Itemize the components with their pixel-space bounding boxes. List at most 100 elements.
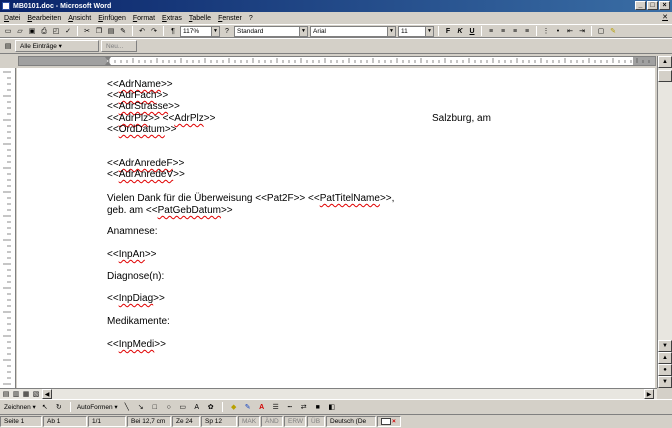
horizontal-ruler[interactable]: [18, 56, 656, 66]
paste-icon[interactable]: ▤: [106, 26, 116, 36]
web-view-icon[interactable]: ▥: [11, 389, 21, 399]
document-page[interactable]: <<AdrName>> <<AdrFach>> <<AdrStrasse>> <<Ad…: [17, 68, 655, 388]
vertical-ruler[interactable]: [0, 68, 16, 388]
word-app-icon[interactable]: [2, 2, 10, 10]
highlight-icon[interactable]: ✎: [608, 26, 618, 36]
status-overtype[interactable]: ÜB: [307, 416, 325, 427]
menu-fenster[interactable]: Fenster: [218, 15, 242, 22]
shadow-icon[interactable]: ■: [313, 402, 323, 412]
menu-extras[interactable]: Extras: [162, 15, 182, 22]
merge-field-name: AdrName: [118, 79, 161, 90]
new-entry-button[interactable]: Neu...: [101, 40, 137, 52]
spelling-icon[interactable]: ✓: [63, 26, 73, 36]
document-line: <<AdrFach>>: [107, 90, 168, 101]
normal-view-icon[interactable]: ▤: [1, 389, 11, 399]
status-language[interactable]: Deutsch (De: [326, 416, 376, 427]
draw-menu-button[interactable]: Zeichnen ▾: [4, 403, 36, 411]
save-icon[interactable]: ▣: [27, 26, 37, 36]
line-color-icon[interactable]: ✎: [243, 402, 253, 412]
menu-ansicht[interactable]: Ansicht: [68, 15, 91, 22]
italic-button[interactable]: K: [455, 26, 465, 36]
status-track-changes[interactable]: ÄND: [261, 416, 283, 427]
close-button[interactable]: ×: [659, 1, 670, 10]
arrow-icon[interactable]: ↘: [136, 402, 146, 412]
dash-style-icon[interactable]: ┅: [285, 402, 295, 412]
help-icon[interactable]: ?: [222, 26, 232, 36]
style-select[interactable]: Standard ▼: [234, 25, 308, 37]
print-icon[interactable]: ⎙: [39, 26, 49, 36]
rectangle-icon[interactable]: □: [150, 402, 160, 412]
scroll-down-button[interactable]: ▼: [658, 340, 672, 352]
menu-format[interactable]: Format: [133, 15, 155, 22]
bullets-icon[interactable]: •: [553, 26, 563, 36]
line-style-icon[interactable]: ☰: [271, 402, 281, 412]
increase-indent-icon[interactable]: ⇥: [577, 26, 587, 36]
document-close-icon[interactable]: ✕: [662, 13, 668, 21]
align-right-icon[interactable]: ≡: [510, 26, 520, 36]
3d-icon[interactable]: ◧: [327, 402, 337, 412]
clipart-icon[interactable]: ✿: [206, 402, 216, 412]
merge-field-name: AdrAnredeV: [118, 169, 174, 180]
autoshapes-button[interactable]: AutoFormen ▾: [77, 403, 118, 411]
document-text: <<: [107, 124, 119, 135]
formatting-marks-icon[interactable]: ¶: [168, 26, 178, 36]
new-document-icon[interactable]: ▭: [3, 26, 13, 36]
underline-button[interactable]: U: [467, 26, 477, 36]
fill-color-icon[interactable]: ◆: [229, 402, 239, 412]
menu-tabelle[interactable]: Tabelle: [189, 15, 211, 22]
next-page-button[interactable]: ▼: [658, 376, 672, 388]
print-layout-icon[interactable]: ▦: [21, 389, 31, 399]
maximize-button[interactable]: □: [647, 1, 658, 10]
vertical-scrollbar[interactable]: ▲ ▼ ▲ ● ▼: [657, 56, 672, 388]
all-entries-button[interactable]: Alle Einträge ▾: [15, 40, 99, 52]
ellipse-icon[interactable]: ○: [164, 402, 174, 412]
rotate-icon[interactable]: ↻: [54, 402, 64, 412]
zoom-select[interactable]: 117% ▼: [180, 25, 220, 37]
horizontal-scrollbar[interactable]: ▤ ▥ ▦ ▧ ◀ ▶: [0, 388, 657, 399]
line-icon[interactable]: ╲: [122, 402, 132, 412]
font-select[interactable]: Arial ▼: [310, 25, 396, 37]
menu-einfuegen[interactable]: Einfügen: [98, 15, 126, 22]
align-left-icon[interactable]: ≡: [486, 26, 496, 36]
font-size-select[interactable]: 11 ▼: [398, 25, 434, 37]
copy-icon[interactable]: ❐: [94, 26, 104, 36]
merge-field-name: OrdDatum: [118, 124, 165, 135]
spelling-status-icon[interactable]: ×: [377, 416, 401, 427]
status-macro-record[interactable]: MAK: [238, 416, 260, 427]
undo-icon[interactable]: ↶: [137, 26, 147, 36]
redo-icon[interactable]: ↷: [149, 26, 159, 36]
justify-icon[interactable]: ≡: [522, 26, 532, 36]
status-column: Sp 12: [201, 416, 237, 427]
font-color-icon[interactable]: A: [257, 402, 267, 412]
document-line: Anamnese:: [107, 226, 158, 237]
border-icon[interactable]: ▢: [596, 26, 606, 36]
wordart-icon[interactable]: A: [192, 402, 202, 412]
menu-help[interactable]: ?: [249, 15, 253, 22]
merge-field-name: InpMedi: [118, 339, 155, 350]
outline-view-icon[interactable]: ▧: [31, 389, 41, 399]
format-painter-icon[interactable]: ✎: [118, 26, 128, 36]
open-folder-icon[interactable]: ▱: [15, 26, 25, 36]
status-extend[interactable]: ERW: [284, 416, 306, 427]
print-preview-icon[interactable]: ◰: [51, 26, 61, 36]
textbox-icon[interactable]: ▭: [178, 402, 188, 412]
minimize-button[interactable]: _: [635, 1, 646, 10]
scroll-thumb[interactable]: [658, 70, 672, 82]
document-text: <<: [107, 249, 119, 260]
numbering-icon[interactable]: ⋮: [541, 26, 551, 36]
cut-icon[interactable]: ✂: [82, 26, 92, 36]
align-center-icon[interactable]: ≡: [498, 26, 508, 36]
bold-button[interactable]: F: [443, 26, 453, 36]
menu-datei[interactable]: Datei: [4, 15, 20, 22]
decrease-indent-icon[interactable]: ⇤: [565, 26, 575, 36]
scroll-up-button[interactable]: ▲: [658, 56, 672, 68]
arrow-style-icon[interactable]: ⇄: [299, 402, 309, 412]
browse-object-button[interactable]: ●: [658, 364, 672, 376]
tab-selector[interactable]: [0, 56, 18, 66]
select-pointer-icon[interactable]: ↖: [40, 402, 50, 412]
menu-bearbeiten[interactable]: Bearbeiten: [27, 15, 61, 22]
scroll-left-button[interactable]: ◀: [42, 389, 52, 399]
previous-page-button[interactable]: ▲: [658, 352, 672, 364]
autotext-icon[interactable]: ▤: [3, 41, 13, 51]
scroll-right-button[interactable]: ▶: [644, 389, 654, 399]
